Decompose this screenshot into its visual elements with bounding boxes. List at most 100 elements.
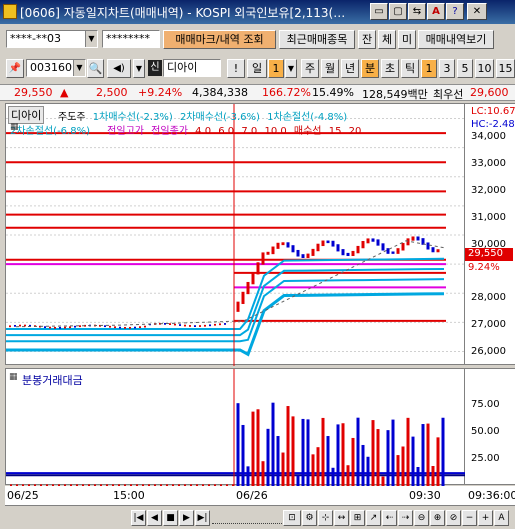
candle bbox=[331, 240, 335, 247]
link-icon[interactable]: ⇆ bbox=[408, 3, 426, 20]
month-button[interactable]: 월 bbox=[321, 59, 339, 78]
grid-icon[interactable]: ▦ bbox=[10, 122, 20, 132]
candle bbox=[436, 249, 440, 253]
legend-prev-close: 전일종가 bbox=[151, 126, 188, 137]
volume-bar bbox=[391, 419, 395, 486]
best-bid-price: 29,600 bbox=[470, 86, 509, 99]
candle bbox=[346, 252, 350, 257]
stock-name-field[interactable]: 디아이 bbox=[163, 59, 221, 77]
help-icon[interactable]: ? bbox=[446, 3, 464, 20]
maximize-icon[interactable]: ▢ bbox=[389, 3, 407, 20]
tick-button[interactable]: 틱 bbox=[401, 59, 419, 78]
pin-icon[interactable]: 📌 bbox=[6, 59, 24, 78]
zoom-in-icon[interactable]: ⊕ bbox=[430, 510, 445, 526]
volume-bar bbox=[436, 437, 440, 486]
close-icon[interactable]: ✕ bbox=[467, 3, 487, 20]
second-button[interactable]: 초 bbox=[381, 59, 399, 78]
scroll-right-icon[interactable]: ⇢ bbox=[398, 510, 413, 526]
candle bbox=[396, 248, 400, 254]
period-day-button[interactable]: 일 bbox=[247, 59, 267, 78]
best-bid-label: 최우선 bbox=[433, 88, 464, 101]
time-axis: 06/25 15:00 06/26 09:30 09:36:00 bbox=[5, 486, 515, 506]
y-tick: 25.00 bbox=[471, 453, 500, 464]
candle bbox=[351, 250, 355, 257]
close-series-line bbox=[15, 240, 447, 328]
chart-scrollbar: |◀ ◀ ■ ▶ ▶| ⊡ ⚙ ⊹ ↔ ⊞ ↗ ⇠ ⇢ ⊖ ⊕ ⊘ − + A bbox=[0, 508, 515, 529]
trade-history-button[interactable]: 매매내역보기 bbox=[418, 30, 494, 49]
volume-bar bbox=[381, 476, 385, 486]
chevron-down-icon[interactable]: ▼ bbox=[133, 59, 145, 78]
candle bbox=[311, 248, 315, 256]
period-count-field[interactable]: 1 bbox=[268, 59, 284, 78]
settings-icon[interactable]: ⚙ bbox=[302, 510, 317, 526]
scroll-left-icon[interactable]: ⇠ bbox=[382, 510, 397, 526]
trade-marks-button[interactable]: 매매마크/내역 조회 bbox=[163, 30, 276, 49]
volume-bar bbox=[421, 424, 425, 486]
price-chart-canvas[interactable] bbox=[6, 104, 466, 366]
volume-ratio: 166.72% bbox=[262, 86, 311, 99]
balance-button[interactable]: 잔 bbox=[358, 30, 376, 49]
candle bbox=[251, 272, 255, 285]
play-icon[interactable]: ▶ bbox=[179, 510, 194, 526]
grid-toggle-icon[interactable]: ⊞ bbox=[350, 510, 365, 526]
zoom-icon[interactable]: ⊡ bbox=[283, 510, 301, 526]
pointer-icon[interactable]: ⊹ bbox=[318, 510, 333, 526]
last-icon[interactable]: ▶| bbox=[195, 510, 210, 526]
candle bbox=[426, 242, 430, 250]
no-icon[interactable]: ⊘ bbox=[446, 510, 461, 526]
first-icon[interactable]: |◀ bbox=[131, 510, 146, 526]
volume-chart[interactable]: ▦ 분봉거래대금 bbox=[5, 368, 466, 486]
interval-10-button[interactable]: 10 bbox=[475, 59, 494, 78]
prev-icon[interactable]: ◀ bbox=[147, 510, 162, 526]
minus-icon[interactable]: − bbox=[462, 510, 477, 526]
plus-icon[interactable]: + bbox=[478, 510, 493, 526]
price-chart[interactable]: 디아이 주도주 1차매수선(-2.3%) 2차매수선(-3.6%) 1차손절선(… bbox=[5, 103, 466, 366]
scroll-track[interactable] bbox=[212, 512, 282, 524]
legend-15: 15 bbox=[328, 126, 342, 137]
chevron-down-icon[interactable]: ▼ bbox=[73, 60, 85, 76]
interval-5-button[interactable]: 5 bbox=[457, 59, 473, 78]
search-icon[interactable]: 🔍 bbox=[87, 59, 104, 78]
interval-15-button[interactable]: 15 bbox=[496, 59, 515, 78]
year-button[interactable]: 년 bbox=[341, 59, 359, 78]
volume-bar bbox=[411, 436, 415, 486]
unfilled-button[interactable]: 미 bbox=[398, 30, 416, 49]
candle bbox=[411, 236, 415, 241]
volume-bar bbox=[396, 455, 400, 486]
candle bbox=[381, 243, 385, 251]
candle bbox=[271, 246, 275, 255]
legend-ma-6: 6.0 bbox=[218, 126, 235, 137]
stop-icon[interactable]: ■ bbox=[163, 510, 178, 526]
font-size-icon[interactable]: A bbox=[494, 510, 509, 526]
cursor-icon[interactable]: ↗ bbox=[366, 510, 381, 526]
chevron-down-icon[interactable]: ▼ bbox=[85, 31, 97, 47]
support-line bbox=[6, 278, 445, 343]
candle bbox=[326, 240, 330, 244]
restore-icon[interactable]: ▭ bbox=[370, 3, 388, 20]
volume-bar bbox=[386, 430, 390, 486]
minute-button[interactable]: 분 bbox=[361, 59, 379, 78]
volume-chart-title: 분봉거래대금 bbox=[22, 374, 83, 387]
volume: 4,384,338 bbox=[192, 86, 248, 99]
window-title: [0606] 자동일지차트(매매내역) - KOSPI 외국인보유[2,113(… bbox=[20, 6, 346, 20]
support-line bbox=[6, 267, 445, 337]
volume-bar bbox=[416, 466, 420, 486]
font-icon[interactable]: A bbox=[427, 3, 445, 20]
fill-button[interactable]: 체 bbox=[378, 30, 396, 49]
week-button[interactable]: 주 bbox=[301, 59, 319, 78]
candle bbox=[306, 253, 310, 258]
volume-bar bbox=[336, 424, 340, 486]
password-field[interactable]: ******** bbox=[102, 30, 160, 48]
fit-icon[interactable]: ↔ bbox=[334, 510, 349, 526]
interval-3-button[interactable]: 3 bbox=[439, 59, 455, 78]
volume-bar bbox=[326, 436, 330, 486]
speaker-icon[interactable]: ◀) bbox=[107, 59, 131, 78]
chevron-down-icon[interactable]: ▼ bbox=[285, 59, 297, 78]
alert-button[interactable]: ! bbox=[227, 59, 245, 78]
interval-1-button[interactable]: 1 bbox=[421, 59, 437, 78]
volume-bar bbox=[236, 403, 240, 486]
zoom-out-icon[interactable]: ⊖ bbox=[414, 510, 429, 526]
grid-icon[interactable]: ▦ bbox=[9, 372, 18, 382]
recent-items-button[interactable]: 최근매매종목 bbox=[279, 30, 355, 49]
volume-bar bbox=[281, 452, 285, 486]
